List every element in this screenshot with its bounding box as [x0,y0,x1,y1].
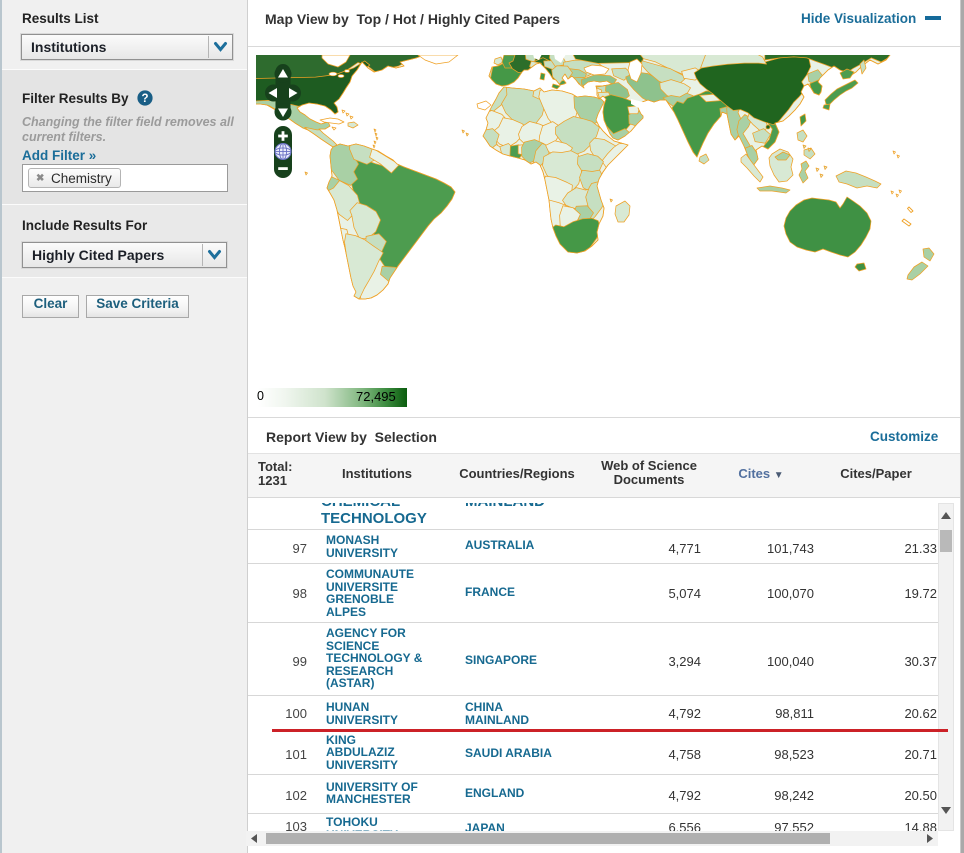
svg-text:?: ? [141,93,148,105]
